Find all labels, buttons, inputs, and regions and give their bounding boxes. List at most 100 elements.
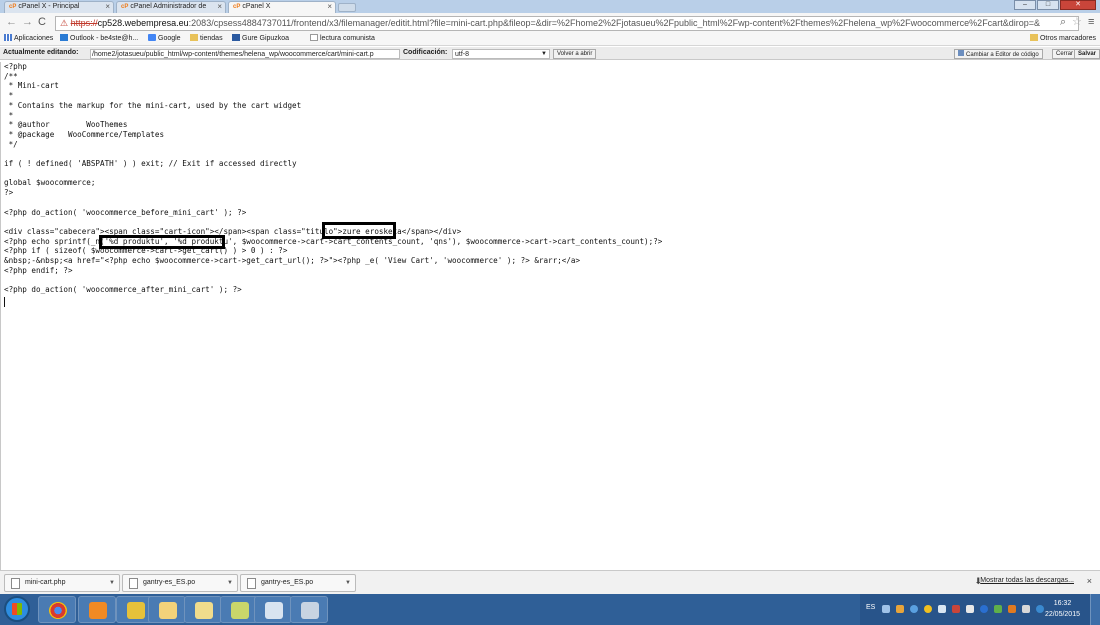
show-desktop-button[interactable] — [1090, 594, 1100, 625]
chrome-icon — [49, 602, 67, 619]
bookmark-google[interactable]: Google — [148, 33, 181, 45]
code-line: /** — [4, 71, 18, 81]
code-editor[interactable]: <?php /** * Mini-cart * * Contains the m… — [0, 62, 1100, 570]
bookmark-gure-gipuzkoa[interactable]: Gure Gipuzkoa — [232, 33, 289, 45]
tray-app-icon[interactable] — [994, 605, 1002, 613]
editor-toolbar: Actualmente editando: /home2/jotasueu/pu… — [0, 47, 1100, 60]
maximize-button[interactable]: □ — [1037, 0, 1059, 10]
taskbar: ES 16:32 22/05/2015 — [0, 594, 1100, 625]
clock[interactable]: 16:32 22/05/2015 — [1045, 598, 1080, 620]
clock-time: 16:32 — [1053, 600, 1072, 607]
tray-app-icon[interactable] — [924, 605, 932, 613]
highlight-box-titulo — [322, 222, 396, 239]
flag-icon[interactable] — [966, 605, 974, 613]
cpanel-icon: cP — [121, 4, 129, 10]
network-status-icon[interactable] — [1036, 605, 1044, 613]
outlook-icon — [60, 34, 68, 41]
bookmark-outlook[interactable]: Outlook - be4ste@h... — [60, 33, 138, 45]
chevron-down-icon[interactable]: ▼ — [345, 575, 351, 591]
folder-icon — [190, 34, 198, 41]
menu-icon[interactable]: ≡ — [1088, 16, 1094, 29]
taskbar-network[interactable] — [220, 596, 258, 623]
tray-app-icon[interactable] — [896, 605, 904, 613]
download-item[interactable]: gantry-es_ES.po ▼ — [240, 574, 356, 592]
highlight-box-produktu — [99, 235, 225, 249]
gipuzkoa-icon — [232, 34, 240, 41]
file-icon — [11, 578, 20, 589]
code-line: <?php endif; ?> — [4, 265, 73, 275]
close-downloads-bar-icon[interactable]: × — [1087, 576, 1092, 586]
url-scheme: https:// — [70, 18, 98, 28]
download-item[interactable]: gantry-es_ES.po ▼ — [122, 574, 238, 592]
taskbar-folder[interactable] — [184, 596, 222, 623]
taskbar-chrome[interactable] — [38, 596, 76, 623]
code-line: * Mini-cart — [4, 81, 59, 91]
code-line: * Contains the markup for the mini-cart,… — [4, 100, 302, 110]
taskbar-paint[interactable] — [254, 596, 292, 623]
search-icon[interactable]: ⌕ — [1060, 16, 1066, 29]
code-line: * — [4, 91, 14, 101]
network-icon — [231, 602, 249, 619]
star-icon[interactable]: ☆ — [1072, 16, 1082, 29]
close-tab-icon[interactable]: × — [327, 2, 332, 12]
windows-logo-icon — [12, 603, 22, 615]
window-controls: – □ ✕ — [1014, 0, 1096, 11]
taskbar-file-explorer[interactable] — [148, 596, 186, 623]
new-tab-button[interactable] — [338, 3, 356, 12]
calculator-icon — [301, 602, 319, 619]
address-bar[interactable]: ⚠ https://cp528.webempresa.eu:2083/cpses… — [55, 16, 1079, 31]
reload-icon[interactable]: C — [38, 16, 46, 29]
code-line: * — [4, 110, 14, 120]
signal-icon[interactable] — [882, 605, 890, 613]
code-line: * @author WooThemes — [4, 120, 128, 130]
folder-icon — [195, 602, 213, 619]
cpanel-icon: cP — [233, 4, 241, 10]
forward-icon[interactable]: → — [22, 16, 33, 29]
code-line: if ( ! defined( 'ABSPATH' ) ) exit; // E… — [4, 159, 297, 168]
show-all-downloads-link[interactable]: Mostrar todas las descargas... — [980, 577, 1074, 584]
system-tray: ES 16:32 22/05/2015 — [860, 594, 1100, 625]
folder-icon — [1029, 34, 1038, 41]
taskbar-media-player[interactable] — [78, 596, 116, 623]
volume-icon[interactable] — [1022, 605, 1030, 613]
close-window-button[interactable]: ✕ — [1060, 0, 1096, 10]
tray-app-icon[interactable] — [952, 605, 960, 613]
downloads-bar: mini-cart.php ▼ gantry-es_ES.po ▼ gantry… — [0, 570, 1100, 594]
tab-label: cPanel Administrador de — [130, 3, 207, 10]
bluetooth-icon[interactable] — [980, 605, 988, 613]
minimize-button[interactable]: – — [1014, 0, 1036, 10]
back-icon[interactable]: ← — [6, 16, 17, 29]
code-editor-icon — [958, 50, 964, 56]
download-item[interactable]: mini-cart.php ▼ — [4, 574, 120, 592]
bookmark-lectura[interactable]: lectura comunista — [310, 33, 375, 45]
editing-label: Actualmente editando: — [3, 49, 79, 56]
file-icon — [129, 578, 138, 589]
chevron-down-icon[interactable]: ▼ — [109, 575, 115, 591]
screen: cP cPanel X - Principal × cP cPanel Admini… — [0, 0, 1100, 625]
tray-app-icon[interactable] — [910, 605, 918, 613]
tray-app-icon[interactable] — [938, 605, 946, 613]
chevron-down-icon[interactable]: ▼ — [227, 575, 233, 591]
switch-editor-button[interactable]: Cambiar a Editor de código — [954, 49, 1043, 59]
start-button[interactable] — [4, 596, 30, 622]
bookmark-aplicaciones[interactable]: Aplicaciones — [4, 33, 53, 45]
language-indicator[interactable]: ES — [866, 604, 875, 611]
code-line: ?> — [4, 188, 14, 198]
save-button[interactable]: Salvar — [1074, 49, 1100, 59]
file-path-field[interactable]: /home2/jotasueu/public_html/wp-content/t… — [90, 49, 400, 59]
tab-cpanel-administrador[interactable]: cP cPanel Administrador de × — [116, 1, 226, 13]
taskbar-calculator[interactable] — [290, 596, 328, 623]
close-tab-icon[interactable]: × — [217, 2, 222, 12]
other-bookmarks[interactable]: Otros marcadores — [1029, 33, 1096, 45]
code-line: global $woocommerce; — [4, 178, 96, 188]
tray-app-icon[interactable] — [1008, 605, 1016, 613]
tab-label: cPanel X - Principal — [18, 3, 80, 10]
code-line: <?php do_action( 'woocommerce_after_mini… — [4, 285, 242, 295]
bookmark-tiendas[interactable]: tiendas — [190, 33, 223, 45]
reopen-button[interactable]: Volver a abrir — [553, 49, 597, 59]
tab-cpanel-principal[interactable]: cP cPanel X - Principal × — [4, 1, 114, 13]
encoding-select[interactable]: utf-8 ▼ — [452, 49, 550, 59]
tab-cpanel-x[interactable]: cP cPanel X × — [228, 1, 336, 13]
close-tab-icon[interactable]: × — [105, 2, 110, 12]
page-icon — [310, 34, 318, 41]
